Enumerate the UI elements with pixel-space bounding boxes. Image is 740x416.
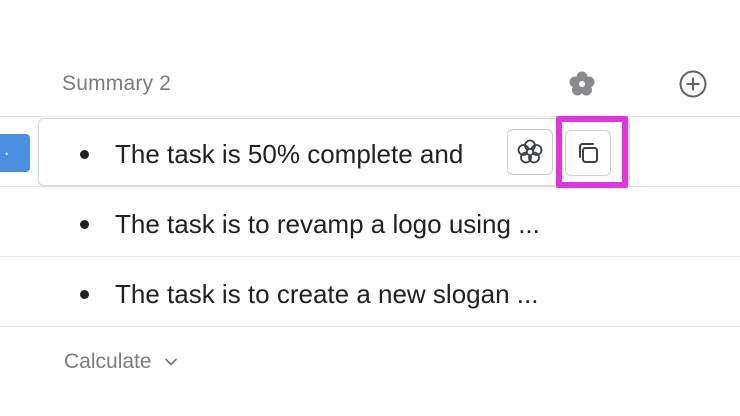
bullet-icon <box>80 149 89 159</box>
focus-highlight-box <box>556 116 628 188</box>
table-view: Summary 2 . The task is 50% complete and… <box>0 0 740 416</box>
summary-text: The task is to revamp a logo using ... <box>115 208 540 239</box>
bullet-icon <box>80 289 89 299</box>
ai-sparkle-icon[interactable] <box>566 68 598 100</box>
summary-text: The task is 50% complete and <box>115 138 464 169</box>
calculate-label: Calculate <box>64 350 152 373</box>
table-row[interactable]: The task is to create a new slogan ... <box>80 274 620 314</box>
ai-regenerate-button[interactable] <box>507 129 553 175</box>
chevron-down-icon <box>164 358 177 366</box>
row-divider <box>0 116 740 117</box>
column-header-title[interactable]: Summary 2 <box>62 72 171 96</box>
table-row[interactable]: The task is to revamp a logo using ... <box>80 204 620 244</box>
calculate-menu[interactable]: Calculate <box>64 350 178 374</box>
adjacent-cell-tag[interactable]: . <box>0 134 30 172</box>
ai-sparkle-icon <box>517 139 543 164</box>
row-divider <box>0 186 740 187</box>
plus-circle-icon[interactable] <box>678 69 708 99</box>
row-divider <box>0 256 740 257</box>
summary-text: The task is to create a new slogan ... <box>115 278 539 309</box>
row-divider <box>0 326 740 327</box>
bullet-icon <box>80 219 89 229</box>
